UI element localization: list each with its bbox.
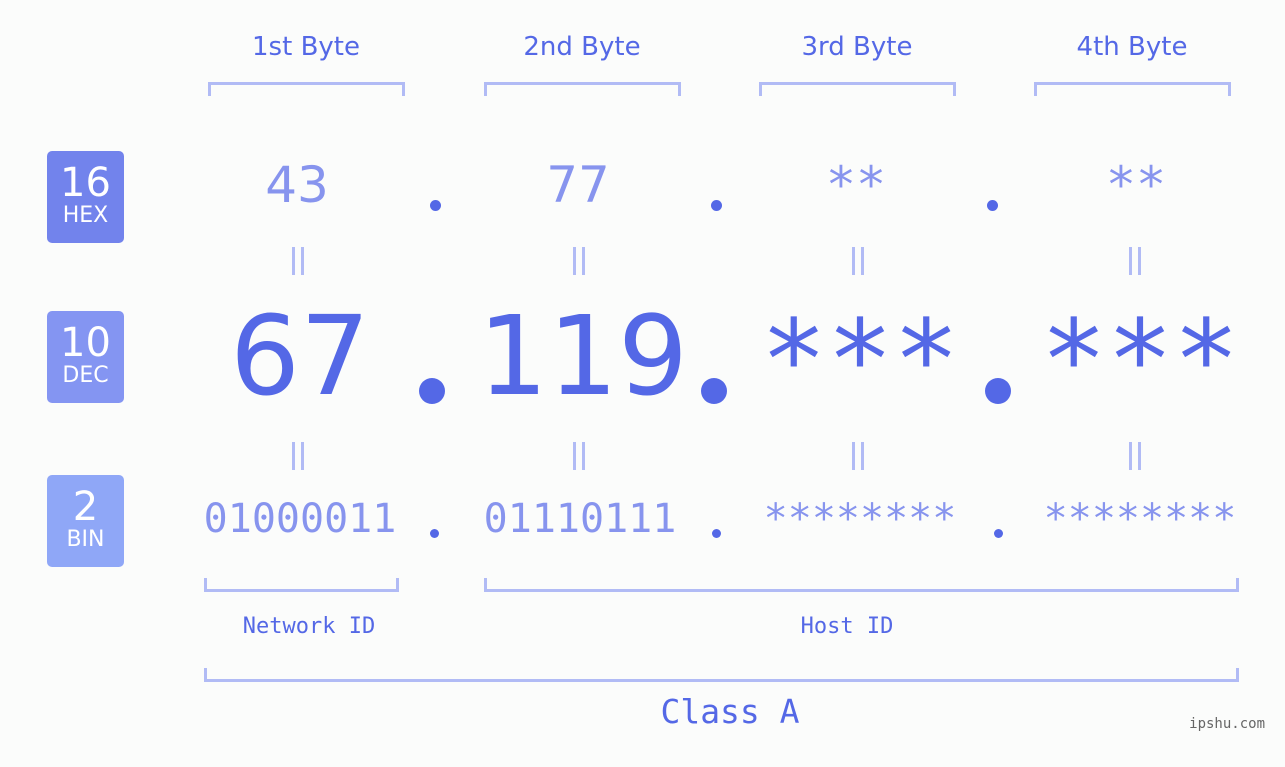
hex-separator-dot-3 — [987, 200, 998, 211]
bin-base-label: BIN — [66, 527, 105, 552]
byte-bracket-2 — [484, 82, 681, 96]
hex-value-4: ** — [1105, 156, 1167, 214]
byte-bracket-1 — [208, 82, 405, 96]
hex-base-label: HEX — [62, 203, 109, 228]
dec-value-2: 119 — [478, 292, 688, 420]
byte-header-4: 4th Byte — [1076, 32, 1188, 62]
hex-value-1: 43 — [265, 156, 329, 214]
equals-icon — [1129, 442, 1141, 470]
equals-icon — [852, 247, 864, 275]
dec-base-number: 10 — [60, 320, 111, 366]
byte-bracket-4 — [1034, 82, 1231, 96]
hex-base-number: 16 — [60, 160, 111, 206]
hex-separator-dot-1 — [430, 200, 441, 211]
equals-icon — [292, 442, 304, 470]
equals-icon — [1129, 247, 1141, 275]
equals-icon — [573, 442, 585, 470]
network-id-bracket — [204, 578, 399, 592]
bin-value-2: 01110111 — [483, 496, 677, 542]
bin-badge: 2 BIN — [47, 475, 124, 567]
class-label: Class A — [660, 692, 800, 731]
equals-icon — [292, 247, 304, 275]
bin-value-1: 01000011 — [203, 496, 397, 542]
dec-base-label: DEC — [62, 363, 109, 388]
hex-badge: 16 HEX — [47, 151, 124, 243]
network-id-label: Network ID — [242, 614, 376, 639]
bin-value-3: ******** — [763, 496, 957, 542]
bin-value-4: ******** — [1043, 496, 1237, 542]
bin-separator-dot-2 — [712, 529, 721, 538]
dec-value-4: *** — [1040, 296, 1240, 424]
dec-value-3: *** — [760, 296, 960, 424]
hex-value-3: ** — [825, 156, 887, 214]
watermark: ipshu.com — [1189, 716, 1265, 732]
dec-badge: 10 DEC — [47, 311, 124, 403]
class-bracket — [204, 668, 1239, 682]
byte-bracket-3 — [759, 82, 956, 96]
bin-separator-dot-1 — [430, 529, 439, 538]
equals-icon — [573, 247, 585, 275]
hex-separator-dot-2 — [711, 200, 722, 211]
bin-separator-dot-3 — [994, 529, 1003, 538]
byte-header-3: 3rd Byte — [801, 32, 913, 62]
bin-base-number: 2 — [72, 484, 99, 530]
host-id-bracket — [484, 578, 1239, 592]
equals-icon — [852, 442, 864, 470]
byte-header-1: 1st Byte — [252, 32, 360, 62]
host-id-label: Host ID — [800, 614, 894, 639]
dec-separator-dot-3 — [985, 378, 1011, 404]
hex-value-2: 77 — [546, 156, 610, 214]
dec-separator-dot-2 — [701, 378, 727, 404]
dec-value-1: 67 — [230, 292, 370, 420]
byte-header-2: 2nd Byte — [523, 32, 641, 62]
dec-separator-dot-1 — [419, 378, 445, 404]
